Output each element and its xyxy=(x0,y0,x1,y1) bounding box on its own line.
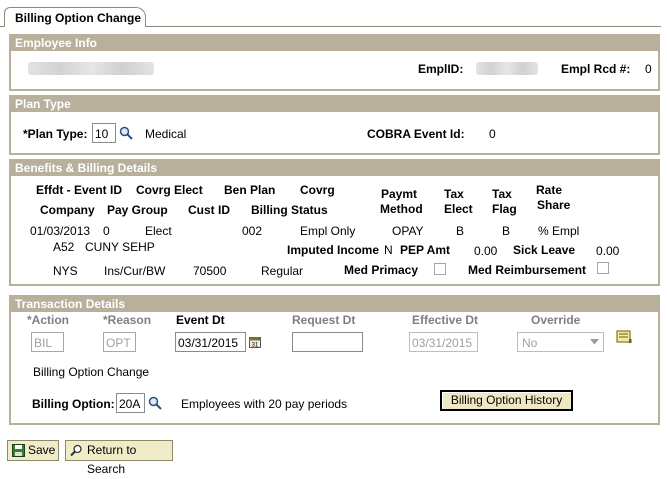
empl-rcd-label: Empl Rcd #: xyxy=(561,62,631,76)
magnifier-icon[interactable] xyxy=(119,126,133,140)
row-ins: Ins/Cur/BW xyxy=(104,264,166,278)
magnifier-icon[interactable] xyxy=(148,396,162,410)
calendar-icon[interactable]: 31 xyxy=(249,336,261,348)
row-tax-elect: B xyxy=(456,224,465,238)
search-return-icon xyxy=(70,444,82,457)
request-dt-label: Request Dt xyxy=(292,313,356,327)
row-paymt: OPAY xyxy=(392,224,424,238)
med-reimbursement-checkbox[interactable] xyxy=(597,262,609,274)
emplid-label: EmplID: xyxy=(418,62,464,76)
save-button-label: Save xyxy=(28,443,56,457)
redacted-emplid xyxy=(476,62,538,75)
empl-rcd-value: 0 xyxy=(645,62,652,76)
override-select-value: No xyxy=(522,336,538,350)
row-rate-share: % Empl xyxy=(538,224,580,238)
col-paymt: Paymt xyxy=(381,187,418,201)
pep-amt-label: PEP Amt xyxy=(400,243,451,257)
reason-label: *Reason xyxy=(103,313,152,327)
employee-info-header: Employee Info xyxy=(11,36,658,51)
reason-field: OPT xyxy=(103,332,136,352)
cobra-event-label: COBRA Event Id: xyxy=(367,127,465,141)
col-effdt-event: Effdt - Event ID xyxy=(36,183,122,197)
sick-leave-label: Sick Leave xyxy=(513,243,576,257)
effective-dt-field: 03/31/2015 xyxy=(409,332,478,352)
action-label: *Action xyxy=(27,313,69,327)
col-billing-status: Billing Status xyxy=(251,203,328,217)
col-ben-plan: Ben Plan xyxy=(224,183,276,197)
save-button[interactable]: Save xyxy=(7,440,59,461)
row-nys: NYS xyxy=(53,264,78,278)
save-disk-icon xyxy=(12,444,25,457)
billing-option-input[interactable]: 20A xyxy=(116,393,145,413)
col-pay-group: Pay Group xyxy=(107,203,168,217)
transaction-details-header: Transaction Details xyxy=(11,297,658,312)
col-cust-id: Cust ID xyxy=(188,203,230,217)
billing-option-history-button[interactable]: Billing Option History xyxy=(440,390,573,411)
billing-option-label: Billing Option: xyxy=(32,397,115,411)
row-billing-status: Regular xyxy=(261,264,304,278)
med-primacy-label: Med Primacy xyxy=(344,263,419,277)
plan-type-desc: Medical xyxy=(145,127,187,141)
col-elect: Elect xyxy=(444,202,473,216)
row-company: A52 xyxy=(53,240,75,254)
med-reimbursement-label: Med Reimbursement xyxy=(468,263,587,277)
event-dt-label: Event Dt xyxy=(176,313,225,327)
note-icon[interactable] xyxy=(616,330,632,344)
imputed-income-value: N xyxy=(384,243,393,257)
col-flag: Flag xyxy=(492,202,517,216)
col-method: Method xyxy=(380,202,423,216)
row-effdt: 01/03/2013 xyxy=(30,224,91,238)
imputed-income-label: Imputed Income xyxy=(287,243,380,257)
svg-text:31: 31 xyxy=(252,343,259,349)
row-covrg: Empl Only xyxy=(300,224,356,238)
action-description: Billing Option Change xyxy=(33,365,150,379)
return-to-search-button[interactable]: Return to Search xyxy=(65,440,173,476)
override-label: Override xyxy=(531,313,581,327)
row-cust-id: 70500 xyxy=(193,264,227,278)
row-pay-group: CUNY SEHP xyxy=(85,240,155,254)
chevron-down-icon xyxy=(590,339,599,345)
col-covrg-elect: Covrg Elect xyxy=(136,183,203,197)
override-select: No xyxy=(517,332,604,352)
return-to-search-label: Return to Search xyxy=(87,443,137,476)
request-dt-input[interactable] xyxy=(292,332,363,352)
effective-dt-label: Effective Dt xyxy=(412,313,479,327)
col-tax1: Tax xyxy=(444,187,464,201)
event-dt-input[interactable]: 03/31/2015 xyxy=(175,332,246,352)
col-company: Company xyxy=(40,203,95,217)
action-field: BIL xyxy=(31,332,64,352)
col-rate: Rate xyxy=(536,183,563,197)
row-elect: Elect xyxy=(145,224,172,238)
col-tax2: Tax xyxy=(492,187,512,201)
plan-type-header: Plan Type xyxy=(11,97,658,112)
plan-type-input[interactable]: 10 xyxy=(92,123,116,143)
benefits-billing-header: Benefits & Billing Details xyxy=(11,161,658,176)
row-event: 0 xyxy=(103,224,110,238)
billing-option-desc: Employees with 20 pay periods xyxy=(181,397,348,411)
redacted-employee-name xyxy=(28,62,154,75)
row-ben-plan: 002 xyxy=(242,224,263,238)
col-share: Share xyxy=(537,198,571,212)
row-tax-flag: B xyxy=(502,224,511,238)
col-covrg: Covrg xyxy=(300,183,335,197)
pep-amt-value: 0.00 xyxy=(474,244,498,258)
sick-leave-value: 0.00 xyxy=(596,244,620,258)
plan-type-label: *Plan Type: xyxy=(23,127,88,141)
med-primacy-checkbox[interactable] xyxy=(434,263,446,275)
cobra-event-value: 0 xyxy=(489,127,496,141)
tab-billing-option-change[interactable]: Billing Option Change xyxy=(4,7,146,27)
